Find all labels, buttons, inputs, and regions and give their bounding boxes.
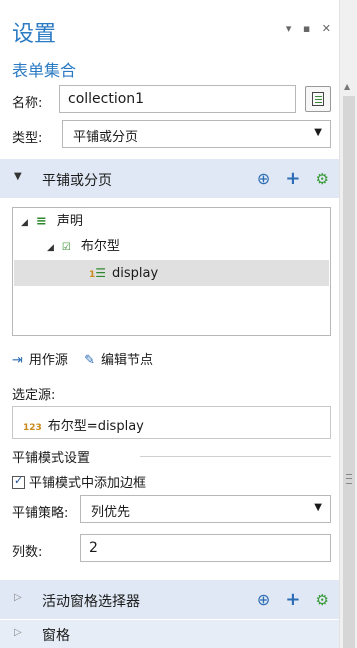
type-select[interactable]: 平铺或分页 ▼ [62,120,331,148]
plus-icon[interactable]: + [285,168,300,189]
list-icon: ≡ [35,214,47,229]
tile-settings-group: 平铺模式设置 [12,447,331,466]
edit-icon: ✎ [84,353,95,368]
checkbox-icon[interactable] [12,474,25,489]
chevron-down-icon: ▼ [314,127,322,138]
strategy-select[interactable]: 列优先 ▼ [80,495,331,523]
use-source-icon: ⇥ [12,353,23,368]
type-label: 类型: [12,131,43,146]
tree-view: ◢ ≡ 声明 ◢ ☑ 布尔型 1☰ display [12,207,331,336]
expand-triangle-icon[interactable]: ▼ [14,171,22,182]
tree-add-icon[interactable]: ⚙ [316,591,329,609]
list-icon: ☰ [95,266,107,280]
tree-toolbar: ⇥ 用作源 ✎ 编辑节点 [12,349,165,368]
tree-expand-icon[interactable]: ◢ [21,218,28,228]
add-circle-icon[interactable]: ⊕ [257,169,270,188]
divider [140,456,331,457]
add-circle-icon[interactable]: ⊕ [257,590,270,609]
number-icon: 123 [23,423,42,433]
tree-add-icon[interactable]: ⚙ [316,170,329,188]
collapsed-triangle-icon[interactable]: ▷ [14,592,22,603]
plus-icon[interactable]: + [285,589,300,610]
selected-source-label: 选定源: [12,388,56,403]
add-border-checkbox[interactable]: 平铺模式中添加边框 [12,472,146,491]
page-subtitle: 表单集合 [12,61,77,80]
vertical-scrollbar[interactable]: ▲ [339,0,357,648]
section-active-pane-header[interactable]: ▷ 活动窗格选择器 ⊕ + ⚙ [0,580,339,619]
section-pane-header[interactable]: ▷ 窗格 [0,620,339,648]
name-field[interactable]: collection1 [59,85,296,113]
section-tiled-header[interactable]: ▼ 平铺或分页 ⊕ + ⚙ [0,159,339,198]
columns-field[interactable]: 2 [80,534,331,562]
edit-node-button[interactable]: ✎ 编辑节点 [84,353,159,368]
tree-selection [14,260,329,286]
section-active-pane-label: 活动窗格选择器 [42,594,140,610]
tree-node[interactable]: ◢ ☑ 布尔型 [47,235,120,259]
columns-label: 列数: [12,545,43,560]
tree-node[interactable]: ◢ ≡ 声明 [21,210,83,234]
chevron-down-icon: ▼ [314,502,322,513]
selected-source-field: 123 布尔型=display [12,406,331,439]
strategy-select-value: 列优先 [91,505,131,520]
scroll-thumb[interactable] [343,96,355,648]
tree-expand-icon[interactable]: ◢ [47,243,54,253]
window-controls[interactable]: ▾ ▪ ✕ [286,22,335,35]
tree-node-selected[interactable]: 1☰ display [89,261,158,285]
section-pane-label: 窗格 [42,628,70,644]
document-icon[interactable] [305,86,331,112]
scroll-up-icon[interactable]: ▲ [344,82,350,91]
page-title: 设置 [12,22,57,47]
checkbox-icon: ☑ [61,242,71,253]
collapsed-triangle-icon[interactable]: ▷ [14,627,22,638]
type-select-value: 平铺或分页 [73,130,139,145]
section-tiled-label: 平铺或分页 [42,173,112,189]
settings-panel: 设置 ▾ ▪ ✕ 表单集合 名称: collection1 类型: 平铺或分页 … [0,0,339,648]
grip-icon [346,474,352,484]
strategy-label: 平铺策略: [12,506,69,521]
use-as-source-button[interactable]: ⇥ 用作源 [12,353,74,368]
name-label: 名称: [12,96,43,111]
